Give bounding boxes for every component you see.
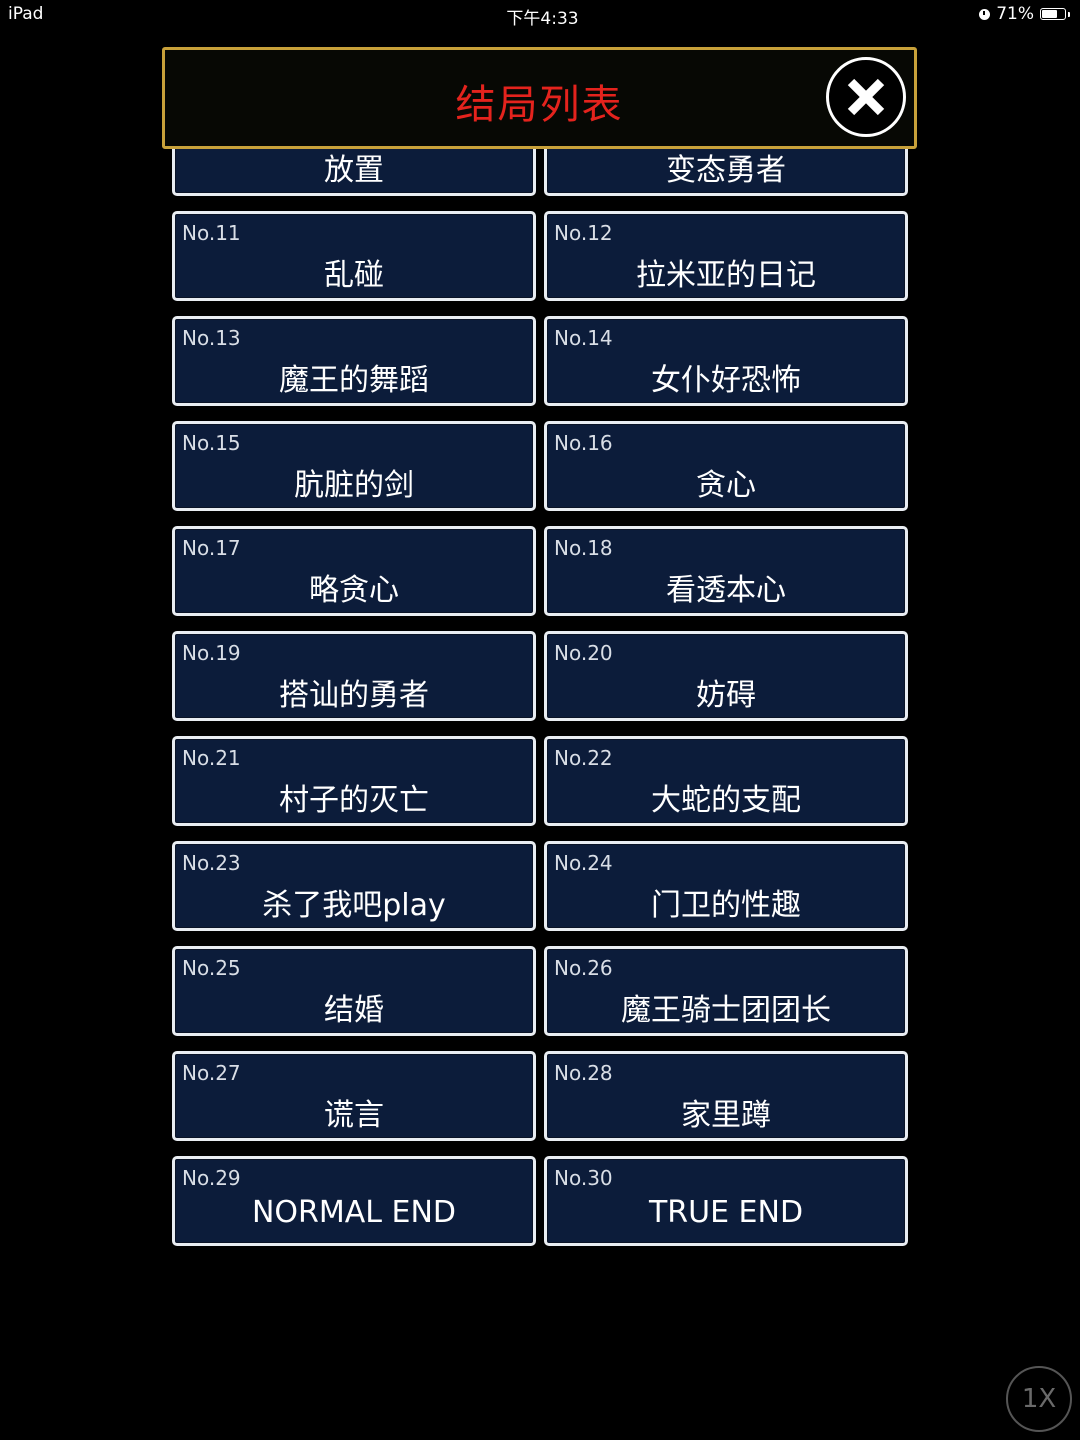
ending-title: 看透本心	[666, 573, 786, 608]
ending-number: No.28	[554, 1061, 613, 1085]
ending-card[interactable]: No.14 女仆好恐怖	[544, 316, 908, 406]
ending-number: No.20	[554, 641, 613, 665]
clock: 下午4:33	[506, 9, 579, 29]
ending-card[interactable]: No.13 魔王的舞蹈	[172, 316, 536, 406]
ending-title: 魔王骑士团团长	[621, 993, 831, 1028]
ending-title: 放置	[324, 153, 384, 188]
endings-header-panel: 结局列表	[162, 47, 917, 149]
ending-card[interactable]: No.17 略贪心	[172, 526, 536, 616]
ending-card[interactable]: No.29 NORMAL END	[172, 1156, 536, 1246]
ending-card[interactable]: No.10变态勇者	[544, 148, 908, 196]
ending-number: No.13	[182, 326, 241, 350]
ending-number: No.24	[554, 851, 613, 875]
endings-grid: No.9放置No.10变态勇者 No.11 乱碰 No.12 拉米亚的日记 No.13 魔王…	[172, 148, 908, 1246]
page-title: 结局列表	[455, 82, 624, 128]
ending-card[interactable]: No.30 TRUE END	[544, 1156, 908, 1246]
ending-title: 大蛇的支配	[651, 783, 801, 818]
ending-title: TRUE END	[648, 1195, 804, 1230]
ending-card[interactable]: No.20 妨碍	[544, 631, 908, 721]
ending-number: No.29	[182, 1166, 241, 1190]
ending-title: 杀了我吧play	[262, 888, 446, 923]
ending-number: No.30	[554, 1166, 613, 1190]
close-x-icon	[847, 78, 885, 116]
ending-title: NORMAL END	[251, 1195, 457, 1230]
ending-number: No.19	[182, 641, 241, 665]
ending-card[interactable]: No.19 搭讪的勇者	[172, 631, 536, 721]
ending-number: No.11	[182, 221, 241, 245]
ending-card[interactable]: No.9放置	[172, 148, 536, 196]
endings-list-viewport[interactable]: No.9放置No.10变态勇者 No.11 乱碰 No.12 拉米亚的日记 No.13 魔王…	[0, 148, 1080, 1288]
battery-icon	[1040, 8, 1066, 20]
ending-title: 结婚	[324, 993, 384, 1028]
ending-number: No.16	[554, 431, 613, 455]
ending-title: 妨碍	[696, 678, 756, 713]
ending-number: No.17	[182, 536, 241, 560]
ending-number: No.14	[554, 326, 613, 350]
ending-card[interactable]: No.15 肮脏的剑	[172, 421, 536, 511]
ending-number: No.27	[182, 1061, 241, 1085]
ending-number: No.22	[554, 746, 613, 770]
ending-title: 拉米亚的日记	[636, 258, 816, 293]
ending-title: 门卫的性趣	[651, 888, 801, 923]
ending-title: 贪心	[696, 468, 756, 503]
ending-number: No.25	[182, 956, 241, 980]
status-right-group: 71%	[979, 4, 1070, 24]
ending-card[interactable]: No.23 杀了我吧play	[172, 841, 536, 931]
battery-tip	[1068, 11, 1070, 17]
ending-title: 略贪心	[309, 573, 399, 608]
ending-title: 搭讪的勇者	[279, 678, 429, 713]
ending-number: No.21	[182, 746, 241, 770]
ending-card[interactable]: No.21 村子的灭亡	[172, 736, 536, 826]
battery-level-fill	[1042, 10, 1057, 18]
ending-card[interactable]: No.22 大蛇的支配	[544, 736, 908, 826]
ending-number: No.12	[554, 221, 613, 245]
ending-title: 变态勇者	[666, 153, 786, 188]
ending-card[interactable]: No.11 乱碰	[172, 211, 536, 301]
speed-toggle-button[interactable]: 1X	[1006, 1366, 1072, 1432]
ending-card[interactable]: No.28 家里蹲	[544, 1051, 908, 1141]
alarm-clock-icon	[979, 8, 991, 20]
ending-card[interactable]: No.18 看透本心	[544, 526, 908, 616]
ending-title: 村子的灭亡	[279, 783, 429, 818]
ending-number: No.26	[554, 956, 613, 980]
ending-card[interactable]: No.16 贪心	[544, 421, 908, 511]
ending-title: 乱碰	[324, 258, 384, 293]
close-button[interactable]	[826, 57, 906, 137]
status-bar: iPad 下午4:33 71%	[0, 0, 1080, 30]
ending-title: 肮脏的剑	[294, 468, 414, 503]
ending-card[interactable]: No.25 结婚	[172, 946, 536, 1036]
ending-card[interactable]: No.12 拉米亚的日记	[544, 211, 908, 301]
ending-card[interactable]: No.26 魔王骑士团团长	[544, 946, 908, 1036]
ending-number: No.18	[554, 536, 613, 560]
ending-title: 女仆好恐怖	[651, 363, 801, 398]
ending-title: 谎言	[324, 1098, 384, 1133]
ending-title: 家里蹲	[681, 1098, 771, 1133]
ending-card[interactable]: No.27 谎言	[172, 1051, 536, 1141]
ending-number: No.15	[182, 431, 241, 455]
ending-number: No.23	[182, 851, 241, 875]
ending-title: 魔王的舞蹈	[279, 363, 429, 398]
battery-percent: 71%	[996, 4, 1034, 24]
ending-card[interactable]: No.24 门卫的性趣	[544, 841, 908, 931]
